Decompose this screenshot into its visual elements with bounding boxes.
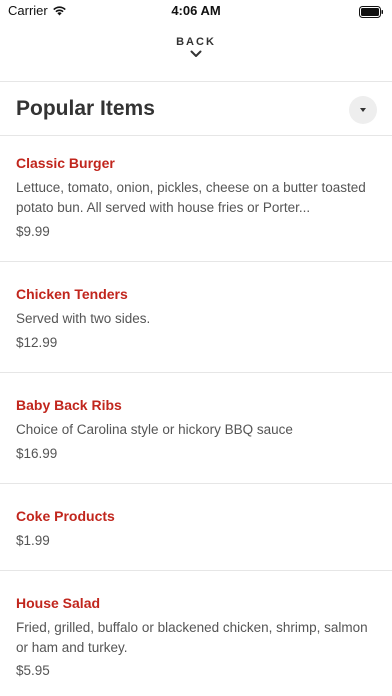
section-title: Popular Items — [16, 97, 155, 120]
item-description: Lettuce, tomato, onion, pickles, cheese … — [16, 180, 366, 215]
item-price: $9.99 — [16, 224, 50, 239]
menu-item-classic-burger[interactable]: Classic Burger Lettuce, tomato, onion, p… — [0, 136, 392, 261]
item-name: Classic Burger — [16, 155, 115, 171]
menu-item-coke-products[interactable]: Coke Products $1.99 — [0, 484, 392, 570]
status-bar: Carrier 4:06 AM — [0, 0, 392, 22]
item-description: Served with two sides. — [16, 311, 151, 326]
header-divider — [0, 81, 392, 82]
item-name: House Salad — [16, 595, 101, 611]
caret-down-icon — [360, 108, 366, 112]
status-time: 4:06 AM — [171, 3, 221, 18]
item-name: Baby Back Ribs — [16, 397, 122, 413]
item-price: $12.99 — [16, 335, 58, 350]
menu-item-baby-back-ribs[interactable]: Baby Back Ribs Choice of Carolina style … — [0, 373, 392, 481]
item-name: Chicken Tenders — [16, 286, 128, 302]
menu-item-chicken-tenders[interactable]: Chicken Tenders Served with two sides. $… — [0, 262, 392, 370]
item-price: $1.99 — [16, 533, 50, 548]
item-description: Choice of Carolina style or hickory BBQ … — [16, 422, 293, 437]
back-label: BACK — [176, 36, 216, 48]
chevron-down-icon — [190, 50, 202, 57]
section-header: Popular Items — [0, 84, 392, 134]
item-price: $16.99 — [16, 446, 58, 461]
item-description: Fried, grilled, buffalo or blackened chi… — [16, 620, 368, 655]
item-price: $5.95 — [16, 663, 50, 678]
back-button[interactable]: BACK — [0, 36, 392, 76]
menu-item-house-salad[interactable]: House Salad Fried, grilled, buffalo or b… — [0, 571, 392, 696]
item-name: Coke Products — [16, 508, 115, 524]
battery-icon — [359, 5, 383, 18]
section-dropdown-button[interactable] — [349, 96, 377, 124]
